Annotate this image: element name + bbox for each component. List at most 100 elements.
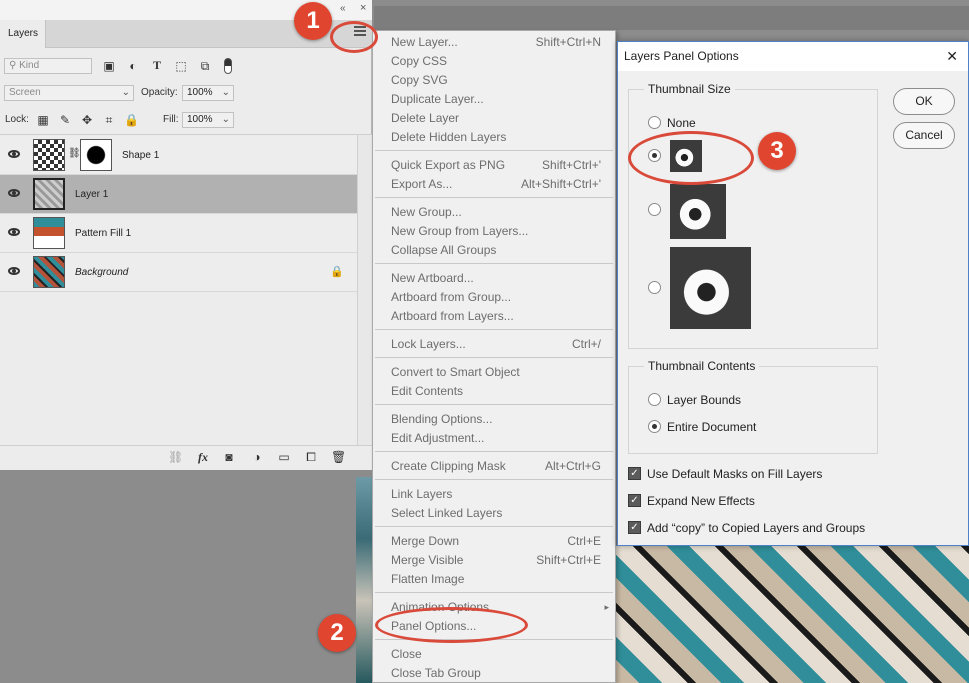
chain-link-icon[interactable]: ⛓ — [68, 148, 81, 159]
kind-filter-select[interactable]: ⚲ Kind — [4, 58, 92, 74]
menu-item-label: Select Linked Layers — [391, 506, 503, 520]
menu-item-edit-contents[interactable]: Edit Contents — [391, 382, 601, 401]
layer-name[interactable]: Shape 1 — [122, 136, 159, 175]
menu-item-shortcut: Alt+Shift+Ctrl+' — [521, 177, 601, 191]
menu-item-new-group[interactable]: New Group... — [391, 203, 601, 222]
shape-filter-icon[interactable]: ⬚ — [174, 59, 188, 73]
menu-item-copy-svg[interactable]: Copy SVG — [391, 71, 601, 90]
menu-item-delete-hidden-layers[interactable]: Delete Hidden Layers — [391, 128, 601, 147]
menu-item-label: Delete Hidden Layers — [391, 130, 507, 144]
layer-name[interactable]: Layer 1 — [75, 175, 108, 214]
menu-item-new-artboard[interactable]: New Artboard... — [391, 269, 601, 288]
menu-item-label: New Group... — [391, 205, 462, 219]
menu-item-copy-css[interactable]: Copy CSS — [391, 52, 601, 71]
ok-button[interactable]: OK — [893, 88, 955, 115]
blend-mode-select[interactable]: Screen ⌄ — [4, 85, 134, 101]
menu-item-label: Link Layers — [391, 487, 453, 501]
opacity-input[interactable]: 100% ⌄ — [182, 85, 234, 101]
layer-row-background[interactable]: Background 🔒 — [0, 253, 357, 292]
menu-item-close-tab-group[interactable]: Close Tab Group — [391, 664, 601, 683]
visibility-eye-icon[interactable] — [8, 228, 20, 236]
lock-icon: 🔒 — [330, 266, 344, 278]
folder-icon[interactable]: ▭ — [277, 450, 291, 464]
layer-name[interactable]: Pattern Fill 1 — [75, 214, 131, 253]
menu-item-label: Close — [391, 647, 422, 661]
menu-item-select-linked-layers[interactable]: Select Linked Layers — [391, 504, 601, 523]
link-icon[interactable]: ⛓ — [168, 450, 183, 464]
menu-item-artboard-from-layers[interactable]: Artboard from Layers... — [391, 307, 601, 326]
menu-item-duplicate-layer[interactable]: Duplicate Layer... — [391, 90, 601, 109]
fill-value: 100% — [187, 114, 213, 125]
menu-item-label: New Group from Layers... — [391, 224, 529, 238]
menu-item-label: Copy CSS — [391, 54, 448, 68]
layer-bounds-radio[interactable] — [648, 393, 661, 406]
menu-item-label: Delete Layer — [391, 111, 460, 125]
menu-item-quick-export-as-png[interactable]: Quick Export as PNG Shift+Ctrl+' — [391, 156, 601, 175]
menu-item-close[interactable]: Close — [391, 645, 601, 664]
layer-row-layer-1[interactable]: Layer 1 — [0, 175, 357, 214]
canvas-area — [374, 6, 969, 30]
cancel-button[interactable]: Cancel — [893, 122, 955, 149]
menu-item-lock-layers[interactable]: Lock Layers... Ctrl+/ — [391, 335, 601, 354]
menu-item-new-layer[interactable]: New Layer... Shift+Ctrl+N — [391, 33, 601, 52]
menu-item-convert-to-smart-object[interactable]: Convert to Smart Object — [391, 363, 601, 382]
menu-item-blending-options[interactable]: Blending Options... — [391, 410, 601, 429]
opacity-value: 100% — [187, 87, 213, 98]
tab-layers[interactable]: Layers — [0, 20, 46, 48]
lock-artboard-icon[interactable]: ⌗ — [102, 113, 116, 127]
layer-bounds-label: Layer Bounds — [667, 393, 742, 407]
visibility-eye-icon[interactable] — [8, 189, 20, 197]
layers-panel: « × Layers ⚲ Kind ▣ ◐ T ⬚ ⧉ Screen ⌄ Opac… — [0, 0, 372, 470]
filter-toggle-icon[interactable] — [224, 58, 232, 74]
close-panel-icon[interactable]: × — [360, 2, 366, 14]
new-layer-icon[interactable]: ⧠ — [304, 450, 318, 464]
layers-scrollbar[interactable] — [357, 135, 372, 445]
menu-item-export-as[interactable]: Export As... Alt+Shift+Ctrl+' — [391, 175, 601, 194]
menu-item-flatten-image[interactable]: Flatten Image — [391, 570, 601, 589]
add-copy-checkbox[interactable]: ✓ — [628, 521, 641, 534]
adjustment-icon[interactable]: ◑ — [250, 450, 264, 464]
lock-transparent-icon[interactable]: ▦ — [36, 113, 50, 127]
fill-input[interactable]: 100% ⌄ — [182, 112, 234, 128]
menu-item-edit-adjustment[interactable]: Edit Adjustment... — [391, 429, 601, 448]
menu-separator — [375, 150, 613, 151]
lock-pixels-icon[interactable]: ✎ — [58, 113, 72, 127]
use-default-masks-checkbox[interactable]: ✓ — [628, 467, 641, 480]
expand-new-effects-checkbox[interactable]: ✓ — [628, 494, 641, 507]
menu-item-collapse-all-groups[interactable]: Collapse All Groups — [391, 241, 601, 260]
adjustment-filter-icon[interactable]: ◐ — [126, 59, 140, 73]
menu-item-merge-visible[interactable]: Merge Visible Shift+Ctrl+E — [391, 551, 601, 570]
type-filter-icon[interactable]: T — [150, 58, 164, 72]
fx-icon[interactable]: fx — [196, 450, 210, 464]
collapse-icon[interactable]: « — [340, 3, 346, 14]
menu-item-label: Copy SVG — [391, 73, 448, 87]
visibility-eye-icon[interactable] — [8, 150, 20, 158]
size-medium-radio[interactable] — [648, 203, 661, 216]
layer-name[interactable]: Background — [75, 253, 128, 292]
mask-icon[interactable]: ◙ — [222, 450, 236, 464]
lock-all-icon[interactable]: 🔒 — [124, 113, 139, 127]
layer-row-pattern-fill-1[interactable]: Pattern Fill 1 — [0, 214, 357, 253]
layer-thumbnail — [33, 139, 65, 171]
layer-row-shape-1[interactable]: ⛓ Shape 1 — [0, 136, 357, 175]
menu-item-label: Merge Down — [391, 534, 460, 548]
mask-thumbnail[interactable] — [80, 139, 112, 171]
chevron-down-icon: ⌄ — [221, 87, 230, 98]
menu-item-new-group-from-layers[interactable]: New Group from Layers... — [391, 222, 601, 241]
entire-document-radio[interactable] — [648, 420, 661, 433]
smart-object-filter-icon[interactable]: ⧉ — [198, 59, 212, 73]
image-filter-icon[interactable]: ▣ — [102, 59, 116, 73]
menu-item-artboard-from-group[interactable]: Artboard from Group... — [391, 288, 601, 307]
lock-position-icon[interactable]: ✥ — [80, 113, 94, 127]
visibility-eye-icon[interactable] — [8, 267, 20, 275]
trash-icon[interactable]: 🗑 — [331, 450, 346, 464]
size-large-radio[interactable] — [648, 281, 661, 294]
size-none-radio[interactable] — [648, 116, 661, 129]
menu-item-merge-down[interactable]: Merge Down Ctrl+E — [391, 532, 601, 551]
menu-item-link-layers[interactable]: Link Layers — [391, 485, 601, 504]
close-icon[interactable]: ✕ — [946, 42, 958, 71]
menu-item-delete-layer[interactable]: Delete Layer — [391, 109, 601, 128]
thumbnail-contents-group — [628, 366, 878, 454]
chevron-down-icon: ⌄ — [221, 114, 230, 125]
menu-item-create-clipping-mask[interactable]: Create Clipping Mask Alt+Ctrl+G — [391, 457, 601, 476]
